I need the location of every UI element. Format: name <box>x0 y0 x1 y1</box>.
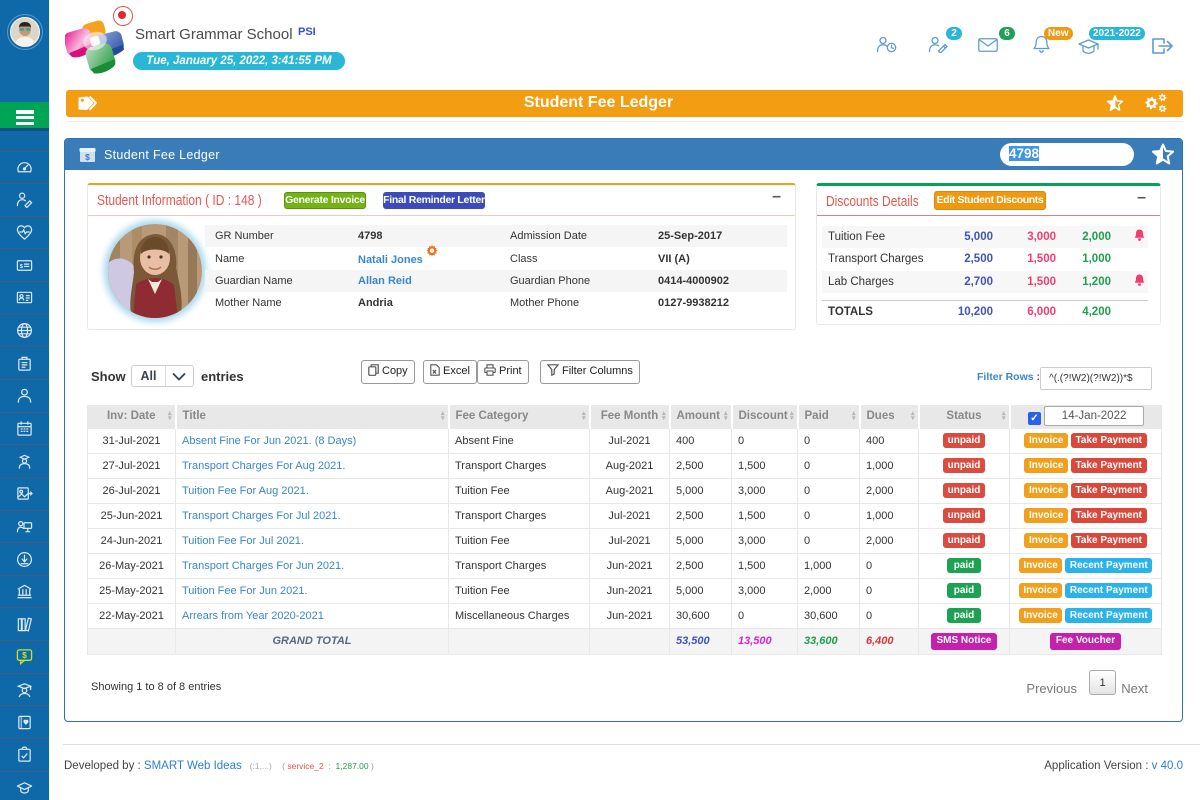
svg-text:$: $ <box>20 264 24 270</box>
svg-text:$: $ <box>85 152 90 162</box>
svg-text:$: $ <box>22 651 27 661</box>
